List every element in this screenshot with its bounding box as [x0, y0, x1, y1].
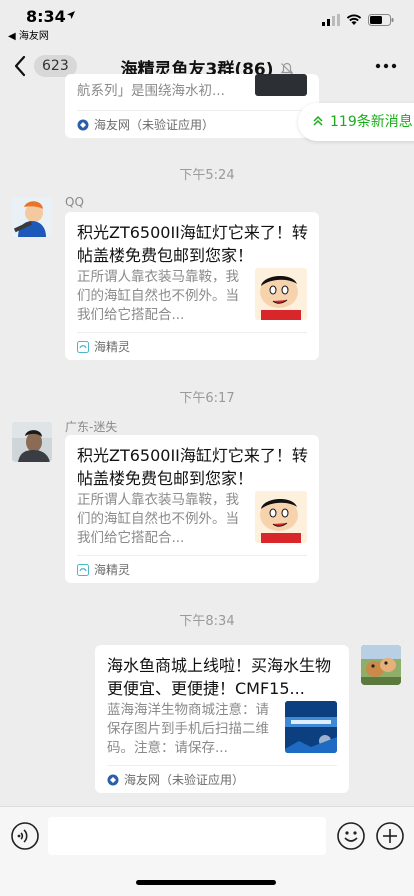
link-card[interactable]: 海水鱼商城上线啦！买海水生物更便宜、更便捷！CMF15... 蓝海海洋生物商城注… [95, 645, 349, 793]
card-source-label: 海精灵 [94, 563, 131, 577]
app-source-icon [77, 564, 89, 576]
cartoon-thumbnail-image [255, 268, 307, 320]
card-source: 海精灵 [77, 555, 307, 583]
more-options-icon[interactable] [374, 58, 398, 74]
card-thumbnail [255, 268, 307, 320]
new-messages-label: 119条新消息 [330, 114, 413, 130]
avatar[interactable] [12, 197, 52, 237]
link-card[interactable]: 积光ZT6500II海缸灯它来了！转帖盖楼免费包邮到您家！ 正所谓人靠衣装马靠鞍… [65, 435, 319, 583]
timestamp: 下午8:34 [179, 614, 235, 629]
card-thumbnail [255, 74, 307, 96]
app-source-icon [107, 774, 119, 786]
add-attachment-icon[interactable] [375, 821, 405, 851]
card-source-label: 海友网（未验证应用） [124, 773, 245, 787]
emoji-icon[interactable] [336, 821, 366, 851]
avatar-image [12, 422, 52, 462]
voice-input-icon[interactable] [10, 821, 40, 851]
card-thumbnail [255, 491, 307, 543]
card-description: 正所谓人靠衣装马靠鞍，我们的海缸自然也不例外。当我们给它搭配合... [77, 269, 239, 323]
message-input[interactable] [48, 817, 326, 855]
cartoon-thumbnail-image [255, 491, 307, 543]
battery-icon [368, 14, 394, 26]
card-title: 积光ZT6500II海缸灯它来了！转帖盖楼免费包邮到您家！ [77, 223, 308, 265]
signal-icon [322, 14, 340, 26]
app-source-icon [77, 119, 89, 131]
timestamp: 下午5:24 [179, 168, 235, 183]
back-to-app-link[interactable]: ◀ 海友网 [8, 27, 49, 42]
timestamp: 下午6:17 [179, 391, 235, 406]
avatar[interactable] [12, 422, 52, 462]
status-bar: 8:34 ◀ 海友网 [0, 0, 414, 44]
card-source-label: 海友网（未验证应用） [94, 118, 215, 132]
my-avatar[interactable] [361, 645, 401, 685]
card-thumbnail [285, 701, 337, 753]
card-source: 海友网（未验证应用） [77, 110, 307, 138]
avatar-image [361, 645, 401, 685]
card-description: 蓝海海洋生物商城注意：请保存图片到手机后扫描二维码。注意：请保存... [107, 702, 269, 756]
link-card[interactable]: 积光ZT6500II海缸灯它来了！转帖盖楼免费包邮到您家！ 正所谓人靠衣装马靠鞍… [65, 212, 319, 360]
status-time: 8:34 [26, 7, 66, 26]
home-indicator [136, 880, 276, 885]
card-description: 航系列」是围绕海水初... [77, 83, 225, 99]
sender-name: QQ [65, 195, 84, 209]
card-title: 海水鱼商城上线啦！买海水生物更便宜、更便捷！CMF15... [107, 656, 332, 698]
sender-name: 广东-迷失 [65, 420, 118, 434]
new-messages-button[interactable]: 119条新消息 [298, 103, 414, 141]
card-source: 海友网（未验证应用） [107, 765, 337, 793]
card-description: 正所谓人靠衣装马靠鞍，我们的海缸自然也不例外。当我们给它搭配合... [77, 492, 239, 546]
location-icon [67, 11, 75, 19]
link-card[interactable]: 航系列」是围绕海水初... 海友网（未验证应用） [65, 74, 319, 138]
card-source-label: 海精灵 [94, 340, 131, 354]
wifi-icon [346, 14, 362, 25]
avatar-image [12, 197, 52, 237]
app-source-icon [77, 341, 89, 353]
card-title: 积光ZT6500II海缸灯它来了！转帖盖楼免费包邮到您家！ [77, 446, 308, 488]
poster-thumbnail-image [285, 701, 337, 753]
card-source: 海精灵 [77, 332, 307, 360]
double-chevron-up-icon [313, 115, 323, 126]
